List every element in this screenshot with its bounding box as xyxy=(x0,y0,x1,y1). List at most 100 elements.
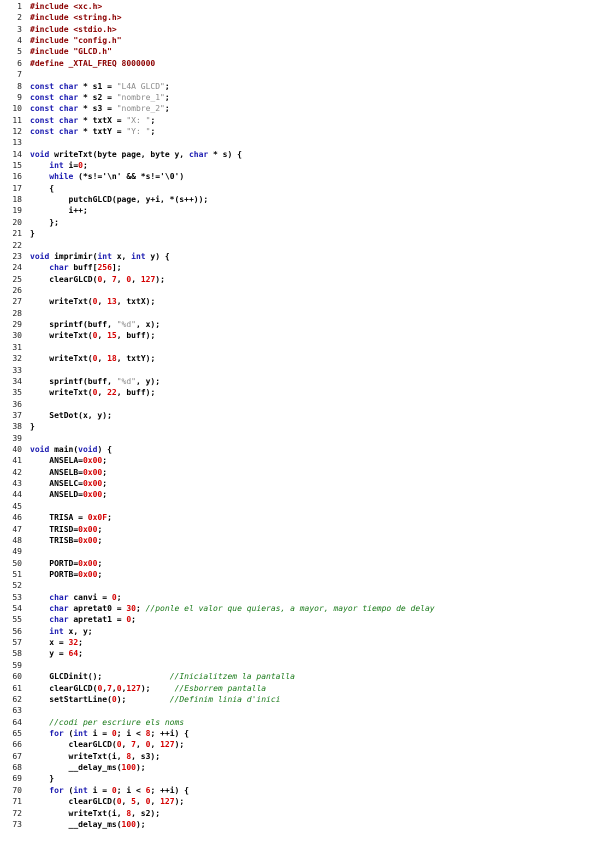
code-line: 46 TRISA = 0x0F; xyxy=(0,512,599,523)
code-token: , xyxy=(97,297,108,307)
code-line: 59 xyxy=(0,660,599,671)
code-line: 39 xyxy=(0,433,599,444)
line-number: 41 xyxy=(12,456,22,466)
code-token: , xyxy=(121,797,132,807)
number-token: 0x00 xyxy=(78,524,98,534)
code-line: 24 char buff[256]; xyxy=(0,262,599,273)
line-number: 16 xyxy=(12,172,22,182)
code-token: ; xyxy=(78,638,83,648)
line-source: const char * s1 = "L4A GLCD"; xyxy=(30,81,170,92)
line-number: 69 xyxy=(12,774,22,784)
code-line: 51 PORTB=0x00; xyxy=(0,569,599,580)
comment-token: //ponle el valor que quieras, a mayor, m… xyxy=(145,604,435,614)
code-token: ); xyxy=(135,763,146,773)
code-token: putchGLCD(page, y+i, *(s++)); xyxy=(30,195,209,205)
code-token: ( xyxy=(63,785,74,795)
number-token: 15 xyxy=(107,331,117,341)
keyword-token: for xyxy=(49,785,64,795)
line-number: 26 xyxy=(12,285,22,295)
line-number: 11 xyxy=(12,115,22,125)
code-line: 41 ANSELA=0x00; xyxy=(0,455,599,466)
code-line: 25 clearGLCD(0, 7, 0, 127); xyxy=(0,274,599,285)
code-line: 40 void main(void) { xyxy=(0,444,599,455)
line-source: TRISB=0x00; xyxy=(30,535,102,546)
code-token: , buff); xyxy=(116,388,156,398)
number-token: 32 xyxy=(68,638,79,648)
keyword-token: int xyxy=(73,729,88,738)
line-source: } xyxy=(30,228,35,239)
preprocessor-token: #define _XTAL_FREQ 8000000 xyxy=(30,58,156,68)
line-number: 58 xyxy=(12,649,22,659)
code-token: x, y; xyxy=(63,626,93,636)
code-token: PORTD= xyxy=(30,558,79,568)
code-token: ); xyxy=(155,274,165,284)
line-source: sprintf(buff, "%d", y); xyxy=(30,376,160,387)
preprocessor-token: #include <string.h> xyxy=(30,13,122,23)
line-source: GLCDinit(); //Inicialitzem la pantalla xyxy=(30,671,295,682)
code-line: 8 const char * s1 = "L4A GLCD"; xyxy=(0,81,599,92)
code-token: , xyxy=(116,274,127,284)
code-token: , s2); xyxy=(131,808,161,818)
code-token: clearGLCD( xyxy=(30,274,98,284)
comment-token: //Inicialitzem la pantalla xyxy=(169,672,295,682)
line-number: 24 xyxy=(12,263,22,273)
comment-token: //Esborrem pantalla xyxy=(174,683,267,693)
line-source: char buff[256]; xyxy=(30,262,121,273)
string-token: "%d" xyxy=(116,376,136,386)
line-source: ANSELA=0x00; xyxy=(30,455,107,466)
line-number: 45 xyxy=(12,501,22,511)
line-source: TRISD=0x00; xyxy=(30,524,102,535)
line-number: 49 xyxy=(12,547,22,557)
code-token: ) { xyxy=(97,445,112,455)
line-source: while (*s!='\n' && *s!='\0') xyxy=(30,171,184,182)
code-line: 15 int i=0; xyxy=(0,160,599,171)
number-token: 127 xyxy=(126,683,141,693)
code-token: writeTxt( xyxy=(30,388,93,398)
preprocessor-token: #include "GLCD.h" xyxy=(30,47,112,57)
line-source: ANSELB=0x00; xyxy=(30,467,107,478)
keyword-token: char xyxy=(49,604,69,614)
code-line: 65 for (int i = 0; i < 8; ++i) { xyxy=(0,728,599,739)
code-line: 13 xyxy=(0,137,599,148)
line-source: PORTB=0x00; xyxy=(30,569,102,580)
line-number: 10 xyxy=(12,104,22,114)
line-number: 13 xyxy=(12,138,22,148)
code-line: 20 }; xyxy=(0,217,599,228)
code-line: 47 TRISD=0x00; xyxy=(0,524,599,535)
line-source: const char * txtY = "Y: "; xyxy=(30,126,155,137)
code-line: 16 while (*s!='\n' && *s!='\0') xyxy=(0,171,599,182)
code-line: 53 char canvi = 0; xyxy=(0,592,599,603)
code-line: 4 #include "config.h" xyxy=(0,35,599,46)
line-source: int i=0; xyxy=(30,160,88,171)
code-line: 32 writeTxt(0, 18, txtY); xyxy=(0,353,599,364)
line-number: 34 xyxy=(12,376,22,386)
keyword-token: while xyxy=(49,172,74,182)
line-source: i++; xyxy=(30,205,88,216)
preprocessor-token: #include "config.h" xyxy=(30,36,122,46)
code-line: 33 xyxy=(0,365,599,376)
keyword-token: void xyxy=(78,445,98,455)
number-token: 30 xyxy=(126,604,136,614)
code-line: 45 xyxy=(0,501,599,512)
code-token: , xyxy=(150,797,161,807)
code-line: 62 setStartLine(0); //Definim linia d'in… xyxy=(0,694,599,705)
code-token: , xyxy=(131,274,141,284)
keyword-token: void xyxy=(30,445,50,455)
code-token: * txtY = xyxy=(78,126,127,136)
code-line: 23 void imprimir(int x, int y) { xyxy=(0,251,599,262)
line-number: 29 xyxy=(12,320,22,330)
code-token: writeTxt( xyxy=(30,297,93,307)
code-token: y = xyxy=(30,649,69,659)
keyword-token: int xyxy=(97,251,112,261)
line-number: 9 xyxy=(17,92,22,102)
code-token: TRISB= xyxy=(30,535,79,545)
line-number: 66 xyxy=(12,740,22,750)
code-token: apretat0 = xyxy=(68,604,127,614)
line-number: 23 xyxy=(12,251,22,261)
code-token: TRISA = xyxy=(30,513,88,523)
code-token: i++; xyxy=(30,206,88,216)
line-number: 18 xyxy=(12,195,22,205)
